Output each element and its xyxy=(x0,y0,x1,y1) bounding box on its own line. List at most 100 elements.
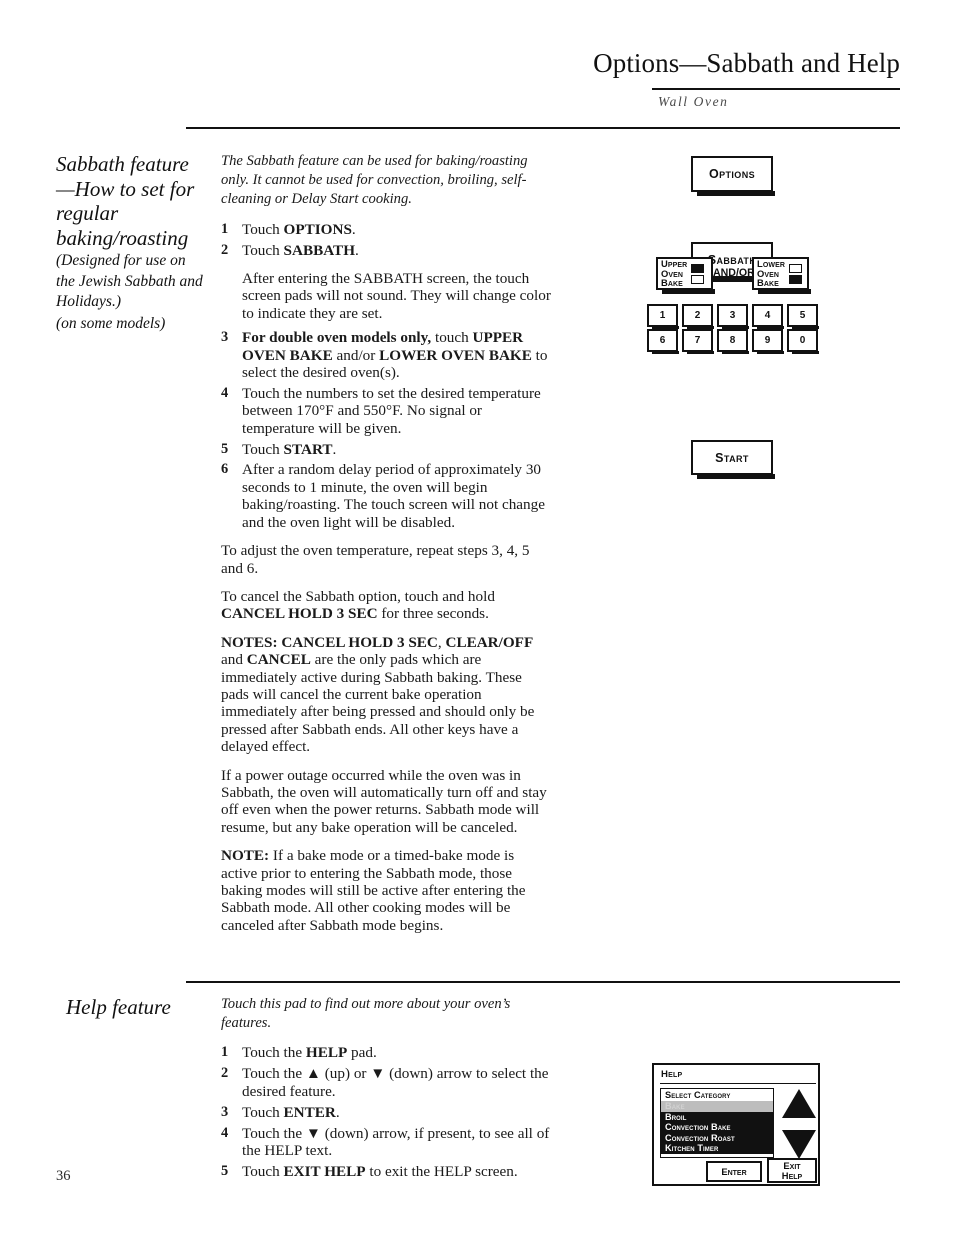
help-section-body: Touch this pad to find out more about yo… xyxy=(221,995,551,1191)
keypad-key[interactable]: 6 xyxy=(647,329,679,354)
page-subtitle: Wall Oven xyxy=(658,94,729,109)
sabbath-screen-note: After entering the SABBATH screen, the t… xyxy=(242,269,551,322)
step-text: Touch START. xyxy=(242,440,337,458)
manual-page: Options—Sabbath and Help Wall Oven Sabba… xyxy=(0,0,954,1235)
sabbath-section-body: The Sabbath feature can be used for baki… xyxy=(221,152,551,945)
top-divider xyxy=(186,127,900,129)
category-list: Bake Broil Convection Bake Convection Ro… xyxy=(661,1101,773,1154)
keypad-key[interactable]: 5 xyxy=(787,304,819,329)
step-number: 3 xyxy=(221,329,229,346)
led-indicator-off-icon xyxy=(691,274,705,284)
scroll-arrows xyxy=(780,1089,818,1159)
sabbath-paragraph: If a power outage occurred while the ove… xyxy=(221,766,547,836)
list-item[interactable]: Convection Bake xyxy=(661,1122,773,1133)
sabbath-steps-1-2: 1 Touch OPTIONS. 2 Touch SABBATH. xyxy=(221,221,551,259)
step-number: 5 xyxy=(221,440,229,457)
step-number: 6 xyxy=(221,461,229,478)
help-heading: Help feature xyxy=(66,995,171,1019)
help-steps: 1 Touch the HELP pad. 2 Touch the ▲ (up)… xyxy=(221,1044,551,1180)
list-item: 6 After a random delay period of approxi… xyxy=(221,461,551,531)
step-number: 3 xyxy=(221,1103,229,1120)
list-item: 2 Touch SABBATH. xyxy=(221,242,551,259)
step-number: 4 xyxy=(221,1124,229,1141)
led-indicator-on-icon xyxy=(789,274,803,284)
list-item[interactable]: Convection Roast xyxy=(661,1133,773,1144)
help-intro: Touch this pad to find out more about yo… xyxy=(221,996,511,1032)
list-item: 4 Touch the numbers to set the desired t… xyxy=(221,385,551,437)
options-button[interactable]: Options xyxy=(691,156,775,196)
sabbath-intro: The Sabbath feature can be used for baki… xyxy=(221,153,528,208)
keypad-key[interactable]: 4 xyxy=(752,304,784,329)
enter-button[interactable]: Enter xyxy=(706,1161,762,1182)
upper-oven-bake-button[interactable]: Upper Oven Bake xyxy=(656,257,715,294)
list-item: 2 Touch the ▲ (up) or ▼ (down) arrow to … xyxy=(221,1065,551,1100)
list-item: 3 For double oven models only, touch UPP… xyxy=(221,329,551,381)
list-item: 1 Touch the HELP pad. xyxy=(221,1044,551,1061)
header-rule xyxy=(652,88,900,90)
keypad-row-1: 1 2 3 4 5 xyxy=(647,304,822,329)
up-arrow-icon[interactable] xyxy=(782,1089,816,1118)
page-title: Options—Sabbath and Help xyxy=(593,48,900,78)
page-number: 36 xyxy=(56,1168,71,1184)
keypad-key[interactable]: 3 xyxy=(717,304,749,329)
list-item[interactable]: Broil xyxy=(661,1112,773,1123)
lower-oven-bake-button[interactable]: Lower Oven Bake xyxy=(752,257,811,294)
sabbath-paragraph: NOTES: CANCEL HOLD 3 SEC, CLEAR/OFF and … xyxy=(221,633,535,756)
list-item: 5 Touch START. xyxy=(221,441,551,458)
select-category-box: Select Category Bake Broil Convection Ba… xyxy=(660,1088,774,1158)
step-text: Touch EXIT HELP to exit the HELP screen. xyxy=(242,1162,518,1180)
sabbath-paragraph: NOTE: If a bake mode or a timed-bake mod… xyxy=(221,847,526,934)
step-text: Touch the ▲ (up) or ▼ (down) arrow to se… xyxy=(242,1065,549,1100)
step-text: Touch SABBATH. xyxy=(242,241,359,259)
keypad-key[interactable]: 1 xyxy=(647,304,679,329)
number-keypad: 1 2 3 4 5 6 7 8 9 0 xyxy=(647,304,822,354)
sabbath-section-heading-block: Sabbath feature—How to set for regular b… xyxy=(56,152,206,334)
exit-help-button[interactable]: Exit Help xyxy=(767,1158,817,1183)
keypad-key[interactable]: 9 xyxy=(752,329,784,354)
keypad-key[interactable]: 8 xyxy=(717,329,749,354)
keypad-key[interactable]: 0 xyxy=(787,329,819,354)
list-item: 5 Touch EXIT HELP to exit the HELP scree… xyxy=(221,1163,551,1180)
sabbath-steps-3-6: 3 For double oven models only, touch UPP… xyxy=(221,329,551,531)
step-number: 1 xyxy=(221,1044,229,1061)
step-number: 5 xyxy=(221,1162,229,1179)
down-arrow-icon[interactable] xyxy=(782,1130,816,1159)
help-screen-rule xyxy=(660,1083,816,1085)
sabbath-paragraph: To cancel the Sabbath option, touch and … xyxy=(221,587,495,623)
step-text: Touch ENTER. xyxy=(242,1103,340,1121)
keypad-key[interactable]: 7 xyxy=(682,329,714,354)
upper-oven-bake-label: Upper Oven Bake xyxy=(661,258,688,289)
list-item[interactable]: Bake xyxy=(661,1101,773,1112)
lower-oven-indicator-group xyxy=(789,263,803,284)
step-text: Touch OPTIONS. xyxy=(242,220,356,238)
step-text: Touch the numbers to set the desired tem… xyxy=(242,384,541,437)
help-screen-title: Help xyxy=(661,1069,683,1080)
step-number: 4 xyxy=(221,384,229,401)
list-item[interactable]: Kitchen Timer xyxy=(661,1143,773,1154)
select-category-label: Select Category xyxy=(665,1090,731,1100)
step-number: 2 xyxy=(221,241,229,258)
sabbath-subheading: (Designed for use on the Jewish Sabbath … xyxy=(56,252,203,310)
step-number: 1 xyxy=(221,220,229,237)
list-item: 1 Touch OPTIONS. xyxy=(221,221,551,238)
step-text: Touch the ▼ (down) arrow, if present, to… xyxy=(242,1124,550,1159)
sabbath-availability: (on some models) xyxy=(56,314,166,332)
led-indicator-on-icon xyxy=(691,263,705,273)
list-item: 3 Touch ENTER. xyxy=(221,1104,551,1121)
sabbath-paragraph: To adjust the oven temperature, repeat s… xyxy=(221,542,530,577)
and-or-label: AND/OR xyxy=(713,267,755,279)
step-text: After a random delay period of approxima… xyxy=(242,461,545,531)
lower-oven-bake-label: Lower Oven Bake xyxy=(757,258,786,289)
step-text: For double oven models only, touch UPPER… xyxy=(242,329,548,381)
section-divider xyxy=(186,981,900,983)
exit-help-label: Exit Help xyxy=(781,1159,803,1181)
sabbath-heading: Sabbath feature—How to set for regular b… xyxy=(56,152,195,250)
help-section-heading-block: Help feature xyxy=(66,995,226,1020)
step-text: Touch the HELP pad. xyxy=(242,1044,377,1062)
start-button[interactable]: Start xyxy=(691,440,775,479)
step-number: 2 xyxy=(221,1065,229,1082)
list-item: 4 Touch the ▼ (down) arrow, if present, … xyxy=(221,1125,551,1160)
keypad-key[interactable]: 2 xyxy=(682,304,714,329)
help-screen-illustration: Help Select Category Bake Broil Convecti… xyxy=(652,1063,820,1186)
led-indicator-off-icon xyxy=(789,263,803,273)
